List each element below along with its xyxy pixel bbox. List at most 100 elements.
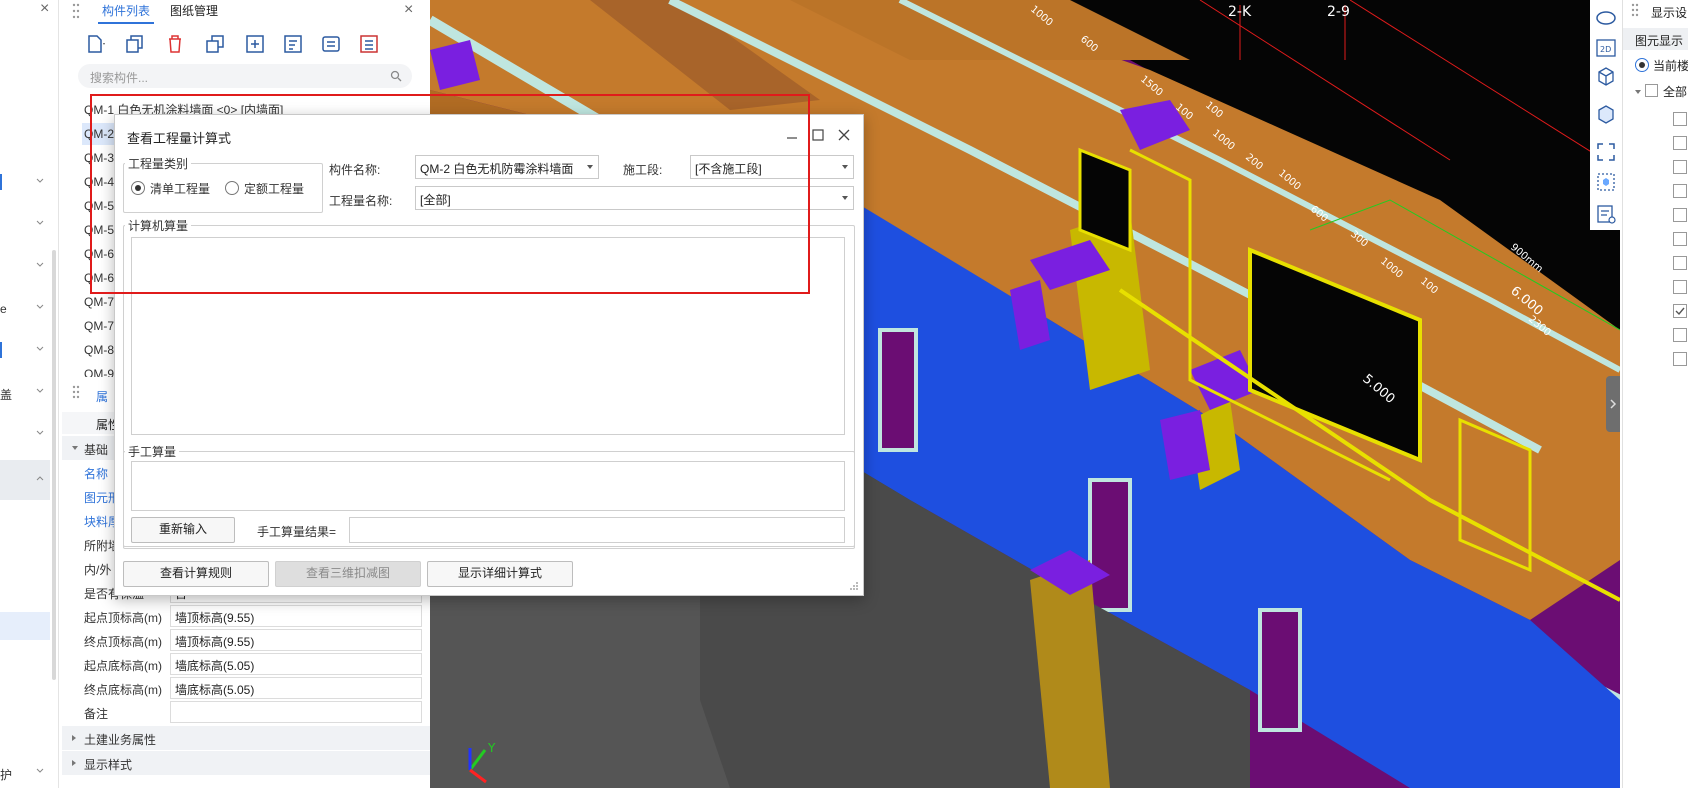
chevron-down-icon	[842, 196, 848, 200]
duplicate-icon[interactable]	[202, 31, 228, 57]
left-nav-item[interactable]	[0, 210, 50, 242]
view-rules-button[interactable]: 查看计算规则	[123, 561, 269, 587]
stage-select[interactable]: [不含施工段]	[690, 155, 854, 179]
property-row-end-top-elev[interactable]: 终点顶标高(m) 墙顶标高(9.55)	[62, 628, 430, 653]
tab-component-list[interactable]: 构件列表	[98, 0, 155, 24]
property-value: 墙顶标高(9.55)	[175, 635, 255, 649]
settings-list-icon[interactable]	[1594, 202, 1618, 226]
close-icon[interactable]	[835, 126, 853, 144]
tab-property[interactable]: 属	[96, 388, 108, 405]
manual-calc-textarea[interactable]	[131, 461, 845, 511]
property-key: 名称	[84, 467, 109, 481]
checkbox[interactable]	[1673, 256, 1687, 270]
left-nav-item[interactable]: 护	[0, 758, 50, 790]
maximize-icon[interactable]	[809, 126, 827, 144]
sort-icon[interactable]	[280, 31, 306, 57]
list-icon[interactable]	[356, 31, 382, 57]
radio-current-floor[interactable]	[1635, 58, 1649, 72]
left-nav-item[interactable]	[0, 420, 50, 452]
list-item[interactable]: QM-6	[84, 267, 114, 289]
property-row-start-top-elev[interactable]: 起点顶标高(m) 墙顶标高(9.55)	[62, 604, 430, 629]
checkbox-all[interactable]	[1645, 84, 1658, 97]
panel-collapse-handle[interactable]	[1606, 376, 1620, 432]
manual-result-input[interactable]	[349, 517, 845, 543]
property-value-field[interactable]: 墙底标高(5.05)	[170, 677, 422, 699]
resize-grip-icon[interactable]	[849, 581, 859, 591]
3d-box-icon[interactable]	[1594, 64, 1618, 88]
qty-name-select[interactable]: [全部]	[415, 186, 854, 210]
chevron-down-icon	[36, 304, 44, 309]
group-display-label: 显示样式	[84, 758, 133, 772]
reinput-button[interactable]: 重新输入	[131, 517, 235, 543]
list-item[interactable]: QM-7	[84, 291, 114, 313]
manual-calc-label: 手工算量	[125, 443, 180, 460]
drag-handle-icon[interactable]	[72, 2, 80, 20]
checkbox[interactable]	[1673, 280, 1687, 294]
list-item[interactable]: QM-6	[84, 243, 114, 265]
list-item[interactable]: QM-5	[84, 195, 114, 217]
close-icon[interactable]: ×	[40, 0, 49, 18]
list-item[interactable]: QM-8	[84, 339, 114, 361]
list-item[interactable]: QM-3	[84, 147, 114, 169]
property-value-field[interactable]: 墙底标高(5.05)	[170, 653, 422, 675]
left-nav-item[interactable]	[0, 336, 50, 368]
group-civil-properties[interactable]: 土建业务属性	[62, 726, 430, 750]
tab-element-display[interactable]: 图元显示	[1623, 28, 1688, 50]
search-input[interactable]: 搜索构件...	[78, 64, 412, 88]
property-row-remark[interactable]: 备注	[62, 700, 430, 725]
property-value: 墙底标高(5.05)	[175, 683, 255, 697]
component-name-select[interactable]: QM-2 白色无机防霉涂料墙面	[415, 155, 599, 179]
search-icon[interactable]	[390, 70, 402, 82]
left-nav-item-selected[interactable]	[0, 460, 50, 500]
left-scrollbar[interactable]	[52, 250, 56, 680]
checkbox-checked[interactable]	[1673, 304, 1687, 318]
property-row-start-bottom-elev[interactable]: 起点底标高(m) 墙底标高(5.05)	[62, 652, 430, 677]
view-3d-deduction-button[interactable]: 查看三维扣减图	[275, 561, 421, 587]
checkbox[interactable]	[1673, 352, 1687, 366]
list-item[interactable]: QM-4	[84, 171, 114, 193]
delete-icon[interactable]	[162, 31, 188, 57]
list-item[interactable]: QM-9	[84, 363, 114, 377]
checkbox[interactable]	[1673, 208, 1687, 222]
left-nav-label: 护	[0, 768, 13, 782]
checkbox[interactable]	[1673, 112, 1687, 126]
group-display-style[interactable]: 显示样式	[62, 751, 430, 775]
left-nav-item[interactable]	[0, 252, 50, 284]
3d-view-icon[interactable]	[1594, 102, 1618, 126]
remark-input[interactable]	[170, 701, 422, 723]
computer-calc-textarea[interactable]	[131, 237, 845, 435]
select-box-icon[interactable]	[1594, 170, 1618, 194]
filter-icon[interactable]	[318, 31, 344, 57]
orbit-icon[interactable]	[1594, 6, 1618, 30]
caret-down-icon[interactable]	[1635, 90, 1641, 94]
copy-component-icon[interactable]	[122, 31, 148, 57]
property-value-field[interactable]: 墙顶标高(9.55)	[170, 605, 422, 627]
drag-handle-icon[interactable]	[1631, 2, 1639, 18]
minimize-icon[interactable]	[783, 126, 801, 144]
drag-handle-icon[interactable]	[72, 384, 80, 400]
show-detail-formula-button[interactable]: 显示详细计算式	[427, 561, 573, 587]
list-item[interactable]: QM-7	[84, 315, 114, 337]
tab-drawing-management[interactable]: 图纸管理	[166, 0, 222, 22]
checkbox[interactable]	[1673, 136, 1687, 150]
new-component-icon[interactable]	[82, 31, 108, 57]
checkbox[interactable]	[1673, 232, 1687, 246]
search-placeholder: 搜索构件...	[90, 71, 149, 85]
left-nav-item[interactable]: 盖	[0, 378, 50, 410]
property-value-field[interactable]: 墙顶标高(9.55)	[170, 629, 422, 651]
checkbox[interactable]	[1673, 184, 1687, 198]
left-nav-item[interactable]: e	[0, 294, 50, 326]
radio-list-quantity[interactable]	[131, 181, 145, 195]
list-item[interactable]: QM-5	[84, 219, 114, 241]
radio-quota-quantity[interactable]	[225, 181, 239, 195]
checkbox[interactable]	[1673, 328, 1687, 342]
layer-copy-icon[interactable]	[242, 31, 268, 57]
fit-view-icon[interactable]	[1594, 140, 1618, 164]
close-icon[interactable]: ×	[404, 1, 413, 19]
property-row-end-bottom-elev[interactable]: 终点底标高(m) 墙底标高(5.05)	[62, 676, 430, 701]
2d-view-icon[interactable]: 2D	[1594, 36, 1618, 60]
checkbox[interactable]	[1673, 160, 1687, 174]
property-key: 起点底标高(m)	[84, 659, 162, 673]
left-nav-highlight[interactable]	[0, 612, 50, 640]
left-nav-item[interactable]	[0, 168, 50, 200]
